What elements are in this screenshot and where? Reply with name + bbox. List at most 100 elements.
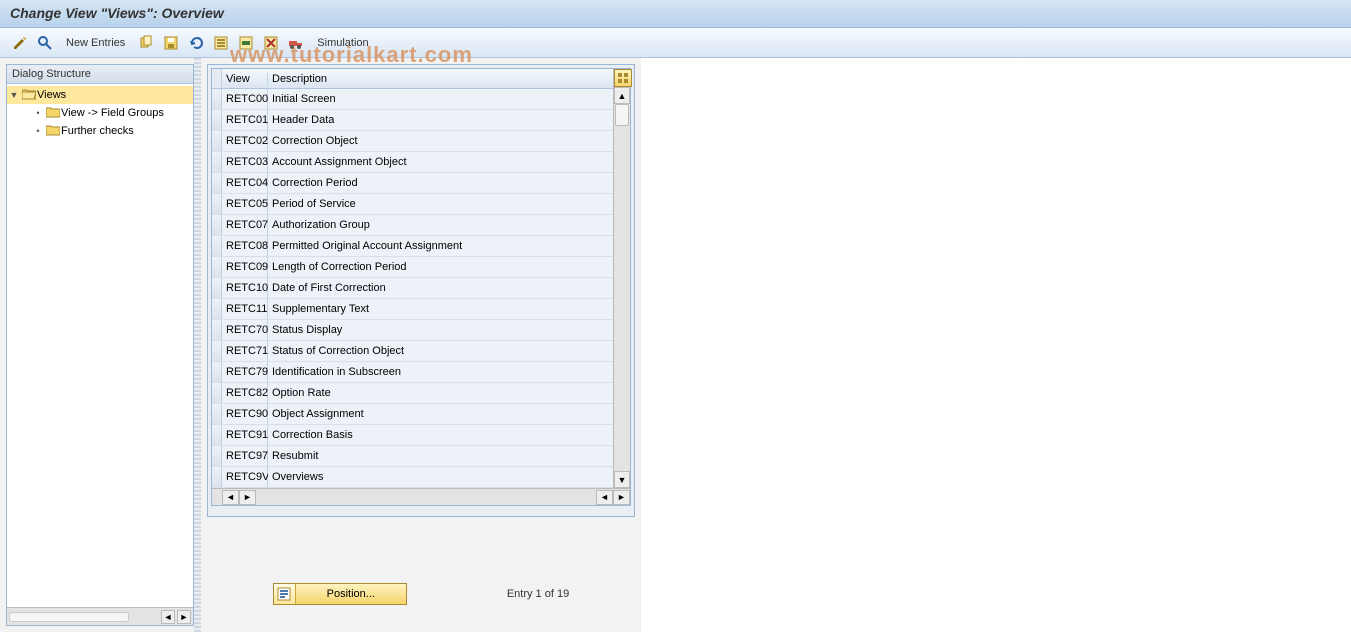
cell-view[interactable]: RETC9V	[222, 467, 268, 487]
table-row[interactable]: RETC70Status Display	[212, 320, 613, 341]
row-selector[interactable]	[212, 320, 222, 340]
cell-view[interactable]: RETC82	[222, 383, 268, 403]
cell-view[interactable]: RETC71	[222, 341, 268, 361]
cell-view[interactable]: RETC09	[222, 257, 268, 277]
select-block-icon[interactable]	[236, 33, 256, 53]
save-icon[interactable]	[161, 33, 181, 53]
cell-description[interactable]: Option Rate	[268, 383, 613, 403]
scrollbar-track[interactable]	[614, 104, 630, 471]
cell-description[interactable]: Supplementary Text	[268, 299, 613, 319]
cell-view[interactable]: RETC05	[222, 194, 268, 214]
row-selector[interactable]	[212, 257, 222, 277]
undo-icon[interactable]	[186, 33, 206, 53]
table-row[interactable]: RETC07Authorization Group	[212, 215, 613, 236]
cell-description[interactable]: Correction Object	[268, 131, 613, 151]
table-row[interactable]: RETC90Object Assignment	[212, 404, 613, 425]
simulation-button[interactable]: Simulation	[311, 35, 374, 51]
column-header-description[interactable]: Description	[268, 73, 613, 85]
cell-description[interactable]: Object Assignment	[268, 404, 613, 424]
scrollbar-thumb[interactable]	[9, 612, 129, 622]
row-selector[interactable]	[212, 362, 222, 382]
cell-view[interactable]: RETC10	[222, 278, 268, 298]
position-button[interactable]: Position...	[273, 583, 407, 605]
table-row[interactable]: RETC02Correction Object	[212, 131, 613, 152]
table-row[interactable]: RETC79Identification in Subscreen	[212, 362, 613, 383]
other-view-icon[interactable]	[35, 33, 55, 53]
cell-description[interactable]: Identification in Subscreen	[268, 362, 613, 382]
cell-description[interactable]: Permitted Original Account Assignment	[268, 236, 613, 256]
table-row[interactable]: RETC00Initial Screen	[212, 89, 613, 110]
table-row[interactable]: RETC03Account Assignment Object	[212, 152, 613, 173]
scroll-right-icon[interactable]: ►	[239, 490, 256, 505]
row-selector[interactable]	[212, 194, 222, 214]
table-row[interactable]: RETC08Permitted Original Account Assignm…	[212, 236, 613, 257]
cell-view[interactable]: RETC79	[222, 362, 268, 382]
new-entries-button[interactable]: New Entries	[60, 35, 131, 51]
table-row[interactable]: RETC11Supplementary Text	[212, 299, 613, 320]
row-selector[interactable]	[212, 404, 222, 424]
row-selector[interactable]	[212, 383, 222, 403]
cell-description[interactable]: Overviews	[268, 467, 613, 487]
row-selector[interactable]	[212, 89, 222, 109]
scroll-right-icon[interactable]: ►	[177, 610, 191, 624]
cell-view[interactable]: RETC70	[222, 320, 268, 340]
table-row[interactable]: RETC09Length of Correction Period	[212, 257, 613, 278]
cell-description[interactable]: Period of Service	[268, 194, 613, 214]
cell-description[interactable]: Authorization Group	[268, 215, 613, 235]
scrollbar-thumb[interactable]	[615, 104, 629, 126]
cell-description[interactable]: Correction Period	[268, 173, 613, 193]
copy-icon[interactable]	[136, 33, 156, 53]
cell-view[interactable]: RETC02	[222, 131, 268, 151]
table-vscroll[interactable]: ▲ ▼	[613, 69, 630, 488]
cell-view[interactable]: RETC90	[222, 404, 268, 424]
deselect-all-icon[interactable]	[261, 33, 281, 53]
row-selector[interactable]	[212, 425, 222, 445]
cell-description[interactable]: Header Data	[268, 110, 613, 130]
cell-view[interactable]: RETC97	[222, 446, 268, 466]
row-selector[interactable]	[212, 278, 222, 298]
scroll-left-icon[interactable]: ◄	[222, 490, 239, 505]
cell-description[interactable]: Length of Correction Period	[268, 257, 613, 277]
cell-view[interactable]: RETC04	[222, 173, 268, 193]
dialog-structure-tree[interactable]: ▼ Views • View -> Field Groups • Further…	[7, 84, 193, 607]
table-row[interactable]: RETC04Correction Period	[212, 173, 613, 194]
row-selector[interactable]	[212, 299, 222, 319]
select-all-icon[interactable]	[211, 33, 231, 53]
scroll-left-icon[interactable]: ◄	[161, 610, 175, 624]
row-selector[interactable]	[212, 446, 222, 466]
tree-node-views[interactable]: ▼ Views	[7, 86, 193, 104]
splitter-handle[interactable]	[194, 58, 201, 632]
cell-view[interactable]: RETC07	[222, 215, 268, 235]
tree-node-view-field-groups[interactable]: • View -> Field Groups	[7, 104, 193, 122]
scrollbar-track[interactable]	[256, 490, 596, 505]
cell-description[interactable]: Initial Screen	[268, 89, 613, 109]
table-row[interactable]: RETC91Correction Basis	[212, 425, 613, 446]
cell-view[interactable]: RETC00	[222, 89, 268, 109]
row-selector[interactable]	[212, 236, 222, 256]
row-selector[interactable]	[212, 341, 222, 361]
table-row[interactable]: RETC9VOverviews	[212, 467, 613, 488]
tree-node-further-checks[interactable]: • Further checks	[7, 122, 193, 140]
table-row[interactable]: RETC97Resubmit	[212, 446, 613, 467]
change-display-icon[interactable]	[10, 33, 30, 53]
table-row[interactable]: RETC10Date of First Correction	[212, 278, 613, 299]
transport-icon[interactable]	[286, 33, 306, 53]
row-selector[interactable]	[212, 110, 222, 130]
table-row[interactable]: RETC82Option Rate	[212, 383, 613, 404]
row-selector[interactable]	[212, 152, 222, 172]
row-selector[interactable]	[212, 131, 222, 151]
table-row[interactable]: RETC05Period of Service	[212, 194, 613, 215]
scroll-right-icon[interactable]: ►	[613, 490, 630, 505]
column-header-view[interactable]: View	[222, 73, 268, 85]
table-row[interactable]: RETC01Header Data	[212, 110, 613, 131]
cell-description[interactable]: Resubmit	[268, 446, 613, 466]
row-selector[interactable]	[212, 173, 222, 193]
scroll-down-icon[interactable]: ▼	[614, 471, 630, 488]
cell-description[interactable]: Status of Correction Object	[268, 341, 613, 361]
cell-view[interactable]: RETC01	[222, 110, 268, 130]
dialog-structure-hscroll[interactable]: ◄ ►	[7, 607, 193, 625]
cell-view[interactable]: RETC08	[222, 236, 268, 256]
scroll-left-icon[interactable]: ◄	[596, 490, 613, 505]
table-config-icon[interactable]	[614, 69, 632, 87]
table-hscroll[interactable]: ◄ ► ◄ ►	[212, 488, 630, 505]
